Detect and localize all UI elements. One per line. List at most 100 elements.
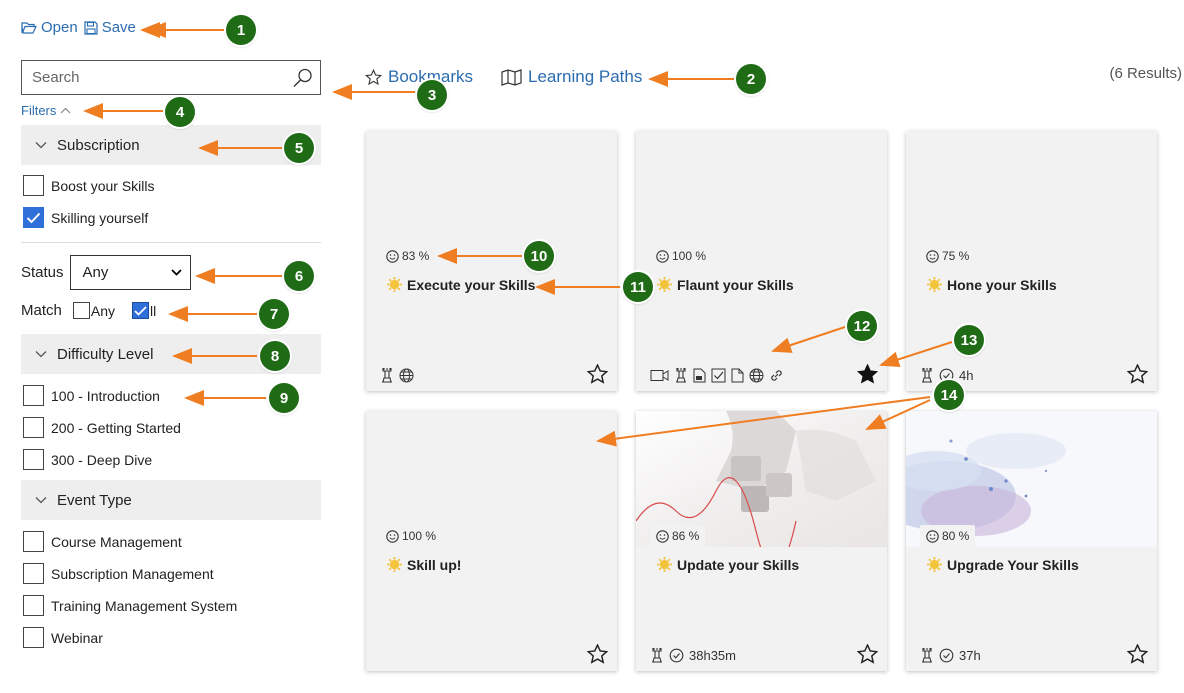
difficulty-header-label: Difficulty Level: [57, 345, 154, 363]
open-label: Open: [41, 19, 78, 36]
sun-icon: [386, 556, 403, 573]
subscription-header-label: Subscription: [57, 136, 140, 154]
rating-percent: 86 %: [672, 529, 700, 543]
subscription-section-header[interactable]: Subscription: [21, 125, 321, 165]
sun-icon: [656, 276, 673, 293]
card-title[interactable]: Skill up!: [386, 556, 461, 573]
learning-card[interactable]: 100 % Skill up!: [366, 411, 617, 671]
match-any-label: Any: [90, 302, 115, 319]
status-filter: Status Any: [21, 255, 191, 290]
checkbox[interactable]: [23, 175, 44, 196]
difficulty-option[interactable]: 200 - Getting Started: [23, 417, 181, 438]
checkbox[interactable]: [23, 385, 44, 406]
search-icon[interactable]: [292, 67, 314, 89]
chess-rook-icon: [920, 647, 934, 663]
option-label: 300 - Deep Dive: [51, 451, 153, 468]
checkbox[interactable]: [23, 531, 44, 552]
option-label: Course Management: [51, 533, 182, 550]
option-label: Subscription Management: [51, 565, 214, 582]
event-type-option[interactable]: Webinar: [23, 627, 103, 648]
smiley-icon: [656, 529, 669, 543]
clock-icon: [939, 648, 954, 663]
satisfaction-rating: 100 %: [386, 529, 436, 543]
card-title[interactable]: Hone your Skills: [926, 276, 1057, 293]
annotation-badge: 10: [524, 241, 554, 271]
tab-bookmarks[interactable]: Bookmarks: [365, 67, 473, 87]
checkbox[interactable]: [23, 595, 44, 616]
checkbox[interactable]: [23, 449, 44, 470]
satisfaction-rating: 75 %: [926, 249, 969, 263]
bookmark-star-filled-icon[interactable]: [857, 364, 878, 384]
annotation-badge: 12: [847, 311, 877, 341]
learning-card[interactable]: 83 % Execute your Skills: [366, 131, 617, 391]
card-title-label: Flaunt your Skills: [677, 276, 794, 293]
globe-icon: [749, 368, 764, 383]
chess-rook-icon: [674, 367, 688, 383]
match-label: Match: [21, 302, 62, 319]
annotation-badge: 3: [417, 80, 447, 110]
rating-percent: 100 %: [402, 529, 437, 543]
match-filter: Match Any ll: [21, 302, 156, 319]
learning-card[interactable]: 86 % Update your Skills 38h35m: [636, 411, 887, 671]
rating-percent: 80 %: [942, 529, 970, 543]
card-title[interactable]: Flaunt your Skills: [656, 276, 794, 293]
smiley-icon: [926, 529, 939, 543]
event-type-option[interactable]: Subscription Management: [23, 563, 214, 584]
checkbox[interactable]: [23, 417, 44, 438]
satisfaction-rating: 80 %: [920, 525, 976, 547]
card-meta: [380, 367, 414, 383]
option-label: Training Management System: [51, 597, 238, 614]
event-type-header-label: Event Type: [57, 491, 132, 509]
sun-icon: [926, 276, 943, 293]
annotation-badge: 14: [934, 380, 964, 410]
annotation-badge: 13: [954, 325, 984, 355]
link-icon: [769, 368, 784, 383]
difficulty-option[interactable]: 100 - Introduction: [23, 385, 160, 406]
map-icon: [501, 68, 522, 86]
checkbox-checked[interactable]: [131, 302, 149, 319]
checkmark-icon: [134, 305, 147, 316]
learning-card[interactable]: 100 % Flaunt your Skills: [636, 131, 887, 391]
status-select[interactable]: Any: [69, 255, 191, 290]
difficulty-option[interactable]: 300 - Deep Dive: [23, 449, 152, 470]
bookmark-star-icon[interactable]: [587, 644, 608, 664]
match-all-option[interactable]: ll: [131, 302, 156, 319]
learning-card[interactable]: 75 % Hone your Skills 4h: [906, 131, 1157, 391]
duration: 37h: [959, 647, 981, 663]
subscription-option-boost[interactable]: Boost your Skills: [23, 175, 154, 196]
checkbox[interactable]: [23, 627, 44, 648]
results-count: (6 Results): [1109, 65, 1182, 82]
learning-card[interactable]: 80 % Upgrade Your Skills 37h: [906, 411, 1157, 671]
card-title[interactable]: Update your Skills: [656, 556, 799, 573]
bookmark-star-icon[interactable]: [1127, 364, 1148, 384]
chevron-down-icon: [35, 141, 47, 149]
card-title[interactable]: Upgrade Your Skills: [926, 556, 1079, 573]
save-button[interactable]: Save: [84, 19, 136, 36]
checkbox-checked[interactable]: [23, 207, 44, 228]
match-any-option[interactable]: Any: [72, 302, 115, 319]
bookmark-star-icon[interactable]: [857, 644, 878, 664]
toolbar: Open Save: [21, 19, 136, 36]
checkbox[interactable]: [23, 563, 44, 584]
checkbox[interactable]: [72, 302, 90, 319]
search-input[interactable]: [22, 61, 282, 94]
video-camera-icon: [650, 369, 669, 382]
rating-percent: 75 %: [942, 249, 970, 263]
annotation-badge: 11: [623, 272, 653, 302]
filters-toggle[interactable]: Filters: [21, 103, 71, 118]
event-type-section-header[interactable]: Event Type: [21, 480, 321, 520]
open-button[interactable]: Open: [21, 19, 78, 36]
card-meta: [650, 367, 784, 383]
folder-open-icon: [21, 21, 37, 35]
subscription-option-skilling[interactable]: Skilling yourself: [23, 207, 148, 228]
chess-rook-icon: [920, 367, 934, 383]
card-title[interactable]: Execute your Skills: [386, 276, 535, 293]
event-type-option[interactable]: Training Management System: [23, 595, 237, 616]
bookmark-star-icon[interactable]: [587, 364, 608, 384]
option-label: Skilling yourself: [51, 209, 149, 226]
bookmark-star-icon[interactable]: [1127, 644, 1148, 664]
event-type-option[interactable]: Course Management: [23, 531, 182, 552]
tab-learning-paths[interactable]: Learning Paths: [501, 67, 642, 87]
card-title-label: Upgrade Your Skills: [947, 556, 1079, 573]
document-image-icon: [693, 368, 706, 383]
